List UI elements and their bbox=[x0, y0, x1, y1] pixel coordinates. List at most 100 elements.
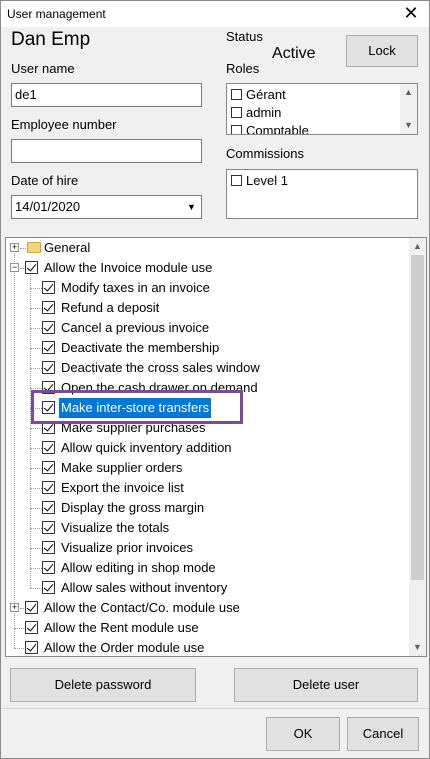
tree-label: Refund a deposit bbox=[61, 300, 160, 315]
status-label: Status bbox=[226, 29, 263, 44]
tree-label: Visualize the totals bbox=[61, 520, 170, 535]
scrollbar-thumb[interactable] bbox=[411, 255, 424, 580]
tree-scrollbar[interactable]: ▲ ▼ bbox=[409, 238, 426, 656]
tree-row-invoice-item[interactable]: Modify taxes in an invoice bbox=[6, 278, 406, 298]
tree-row-invoice-module[interactable]: − Allow the Invoice module use bbox=[6, 258, 406, 278]
checkbox-checked-icon[interactable] bbox=[42, 281, 55, 294]
checkbox-icon[interactable] bbox=[231, 107, 242, 119]
tree-connector bbox=[30, 488, 42, 489]
tree-connector bbox=[30, 308, 42, 309]
tree-row-invoice-item[interactable]: Visualize the totals bbox=[6, 518, 406, 538]
tree-label: Deactivate the cross sales window bbox=[61, 360, 260, 375]
tree-connector bbox=[20, 248, 26, 249]
checkbox-checked-icon[interactable] bbox=[42, 481, 55, 494]
tree-connector bbox=[30, 348, 42, 349]
tree-row-invoice-item[interactable]: Allow sales without inventory bbox=[6, 578, 406, 598]
checkbox-checked-icon[interactable] bbox=[42, 561, 55, 574]
tree-label: Export the invoice list bbox=[61, 480, 184, 495]
delete-password-button[interactable]: Delete password bbox=[10, 668, 196, 702]
delete-user-button[interactable]: Delete user bbox=[234, 668, 418, 702]
commissions-label: Commissions bbox=[226, 146, 305, 161]
date-of-hire-select[interactable]: 14/01/2020 ▼ bbox=[11, 195, 202, 219]
tree-row-invoice-item[interactable]: Allow quick inventory addition bbox=[6, 438, 406, 458]
lock-button[interactable]: Lock bbox=[346, 35, 418, 67]
collapse-icon[interactable]: − bbox=[10, 263, 19, 272]
user-name-input[interactable]: de1 bbox=[11, 83, 202, 107]
tree-row-order-module[interactable]: Allow the Order module use bbox=[6, 638, 406, 656]
tree-label: Allow sales without inventory bbox=[61, 580, 228, 595]
tree-connector bbox=[30, 368, 42, 369]
window-title: User management bbox=[7, 7, 106, 21]
checkbox-icon[interactable] bbox=[231, 125, 242, 134]
tree-connector bbox=[30, 568, 42, 569]
roles-list[interactable]: Gérant admin Comptable ▲ ▼ bbox=[226, 83, 418, 135]
ok-button[interactable]: OK bbox=[266, 717, 340, 751]
folder-icon bbox=[27, 242, 41, 253]
checkbox-checked-icon[interactable] bbox=[25, 641, 38, 654]
roles-scrollbar[interactable]: ▲ ▼ bbox=[400, 84, 417, 134]
tree-label: Allow the Invoice module use bbox=[44, 260, 213, 275]
role-label: Gérant bbox=[246, 87, 286, 102]
checkbox-checked-icon[interactable] bbox=[42, 581, 55, 594]
tree-label: Allow the Rent module use bbox=[44, 620, 199, 635]
checkbox-checked-icon[interactable] bbox=[42, 521, 55, 534]
tree-row-invoice-item[interactable]: Deactivate the cross sales window bbox=[6, 358, 406, 378]
tree-connector bbox=[30, 468, 42, 469]
tree-connector bbox=[30, 428, 42, 429]
checkbox-checked-icon[interactable] bbox=[42, 441, 55, 454]
user-display-name: Dan Emp bbox=[11, 29, 91, 50]
chevron-down-icon[interactable]: ▼ bbox=[183, 197, 200, 217]
checkbox-checked-icon[interactable] bbox=[42, 541, 55, 554]
checkbox-checked-icon[interactable] bbox=[42, 361, 55, 374]
tree-row-invoice-item[interactable]: Allow editing in shop mode bbox=[6, 558, 406, 578]
tree-connector bbox=[30, 328, 42, 329]
chevron-down-icon[interactable]: ▼ bbox=[409, 639, 426, 656]
checkbox-checked-icon[interactable] bbox=[25, 261, 38, 274]
tree-row-invoice-item[interactable]: Display the gross margin bbox=[6, 498, 406, 518]
tree-row-contact-module[interactable]: + Allow the Contact/Co. module use bbox=[6, 598, 406, 618]
checkbox-checked-icon[interactable] bbox=[42, 501, 55, 514]
tree-row-invoice-item[interactable]: Export the invoice list bbox=[6, 478, 406, 498]
user-management-window: User management ✕ Dan Emp User name de1 … bbox=[0, 0, 430, 759]
checkbox-checked-icon[interactable] bbox=[42, 301, 55, 314]
tree-label: Display the gross margin bbox=[61, 500, 205, 515]
checkbox-checked-icon[interactable] bbox=[42, 341, 55, 354]
chevron-up-icon[interactable]: ▲ bbox=[409, 238, 426, 255]
highlight-annotation bbox=[31, 390, 243, 424]
checkbox-icon[interactable] bbox=[231, 89, 242, 101]
tree-row-invoice-item[interactable]: Deactivate the membership bbox=[6, 338, 406, 358]
tree-row-invoice-item[interactable]: Make supplier orders bbox=[6, 458, 406, 478]
tree-label: Deactivate the membership bbox=[61, 340, 220, 355]
roles-label: Roles bbox=[226, 61, 260, 76]
tree-label: Allow the Contact/Co. module use bbox=[44, 600, 240, 615]
cancel-button[interactable]: Cancel bbox=[347, 717, 419, 751]
role-item[interactable]: Comptable bbox=[227, 122, 309, 135]
checkbox-icon[interactable] bbox=[231, 175, 242, 187]
role-label: Comptable bbox=[246, 123, 309, 135]
commissions-list[interactable]: Level 1 bbox=[226, 169, 418, 219]
chevron-down-icon[interactable]: ▼ bbox=[400, 117, 417, 134]
permissions-tree[interactable]: + General − Allow the Invoice module use… bbox=[5, 237, 427, 657]
close-icon[interactable]: ✕ bbox=[401, 3, 421, 23]
tree-connector bbox=[30, 588, 42, 589]
tree-label: Allow quick inventory addition bbox=[61, 440, 232, 455]
employee-number-input[interactable] bbox=[11, 139, 202, 163]
role-item[interactable]: admin bbox=[227, 104, 309, 122]
commission-item[interactable]: Level 1 bbox=[227, 172, 417, 190]
tree-row-invoice-item[interactable]: Cancel a previous invoice bbox=[6, 318, 406, 338]
checkbox-checked-icon[interactable] bbox=[42, 321, 55, 334]
checkbox-checked-icon[interactable] bbox=[25, 621, 38, 634]
tree-row-invoice-item[interactable]: Visualize prior invoices bbox=[6, 538, 406, 558]
tree-row-general[interactable]: + General bbox=[6, 238, 406, 258]
tree-row-rent-module[interactable]: Allow the Rent module use bbox=[6, 618, 406, 638]
checkbox-checked-icon[interactable] bbox=[25, 601, 38, 614]
tree-row-invoice-item[interactable]: Refund a deposit bbox=[6, 298, 406, 318]
expand-icon[interactable]: + bbox=[10, 243, 19, 252]
checkbox-checked-icon[interactable] bbox=[42, 461, 55, 474]
expand-icon[interactable]: + bbox=[10, 603, 19, 612]
tree-label: Allow editing in shop mode bbox=[61, 560, 216, 575]
role-label: admin bbox=[246, 105, 282, 120]
tree-label: Visualize prior invoices bbox=[61, 540, 193, 555]
chevron-up-icon[interactable]: ▲ bbox=[400, 84, 417, 101]
role-item[interactable]: Gérant bbox=[227, 86, 309, 104]
